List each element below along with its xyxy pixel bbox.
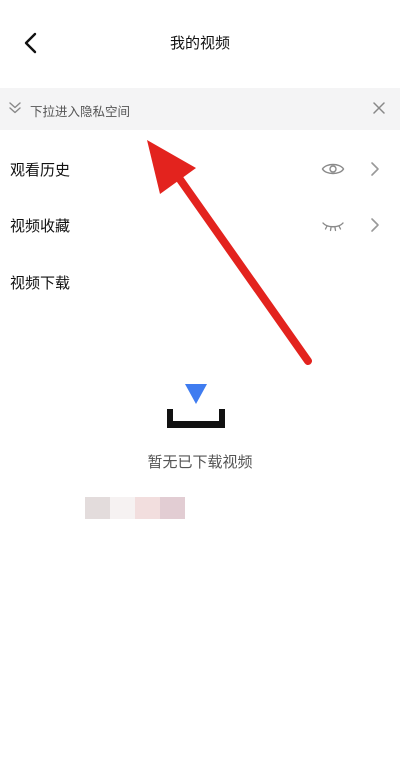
eye-open-icon[interactable] bbox=[321, 160, 345, 178]
my-videos-screen: 我的视频 下拉进入隐私空间 观看历史 视频收藏 视频下载 暂无已下载视频 bbox=[0, 0, 400, 769]
blurred-content bbox=[85, 497, 185, 519]
header: 我的视频 bbox=[0, 0, 400, 84]
list-item-label: 视频下载 bbox=[10, 274, 71, 292]
blurred-block bbox=[135, 497, 160, 519]
list-item-label: 视频收藏 bbox=[10, 217, 71, 235]
list-item-label: 观看历史 bbox=[10, 161, 71, 179]
list-item-watch-history[interactable]: 观看历史 bbox=[0, 141, 400, 197]
eye-closed-icon[interactable] bbox=[321, 216, 345, 234]
list-item-video-favorites[interactable]: 视频收藏 bbox=[0, 197, 400, 253]
double-chevron-down-icon bbox=[9, 102, 21, 114]
list-item-video-downloads[interactable]: 视频下载 bbox=[0, 254, 400, 310]
blurred-block bbox=[85, 497, 110, 519]
page-title: 我的视频 bbox=[169, 34, 230, 52]
blurred-block bbox=[160, 497, 185, 519]
privacy-space-banner[interactable]: 下拉进入隐私空间 bbox=[0, 88, 400, 130]
close-icon bbox=[373, 102, 385, 114]
banner-close-button[interactable] bbox=[370, 99, 388, 117]
banner-text: 下拉进入隐私空间 bbox=[30, 104, 131, 119]
blurred-block bbox=[110, 497, 135, 519]
chevron-right-icon bbox=[371, 162, 379, 176]
empty-state-text: 暂无已下载视频 bbox=[147, 453, 253, 471]
chevron-right-icon bbox=[371, 218, 379, 232]
download-tray-icon bbox=[167, 384, 225, 428]
